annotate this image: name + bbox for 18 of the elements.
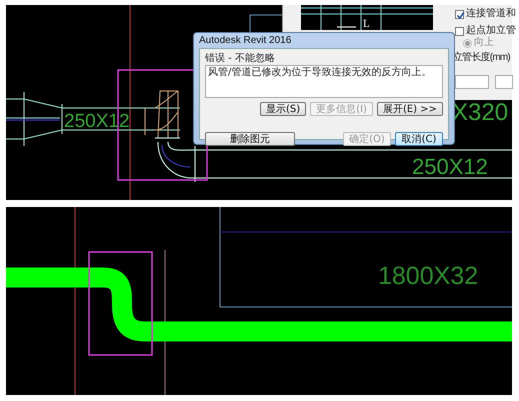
- dialog-button[interactable]: 取消(C): [395, 132, 443, 146]
- dimension-label: X320: [452, 99, 508, 126]
- dialog-button[interactable]: 显示(S): [260, 102, 306, 116]
- input-field[interactable]: [495, 75, 513, 89]
- checkbox-label: 起点加立管: [466, 25, 516, 36]
- message-field: 风管/管道已修改为位于导致连接无效的反方向上。: [205, 65, 443, 98]
- preview-letter: L: [363, 18, 370, 30]
- dialog-button[interactable]: 展开(E) >>: [376, 102, 443, 116]
- dimension-label: 250X12: [412, 154, 488, 179]
- dialog-button[interactable]: 删除图元: [205, 132, 295, 146]
- checkbox[interactable]: [455, 26, 464, 36]
- dimension-label: 1800X32: [378, 262, 478, 290]
- checkbox-label: 连接管道和: [466, 8, 516, 20]
- group-title: 错误 - 不能忽略: [205, 53, 276, 64]
- window-title: Autodesk Revit 2016: [199, 34, 292, 48]
- radio-label: 向上: [474, 37, 494, 49]
- checkbox[interactable]: [455, 10, 464, 18]
- input-field[interactable]: [455, 75, 489, 89]
